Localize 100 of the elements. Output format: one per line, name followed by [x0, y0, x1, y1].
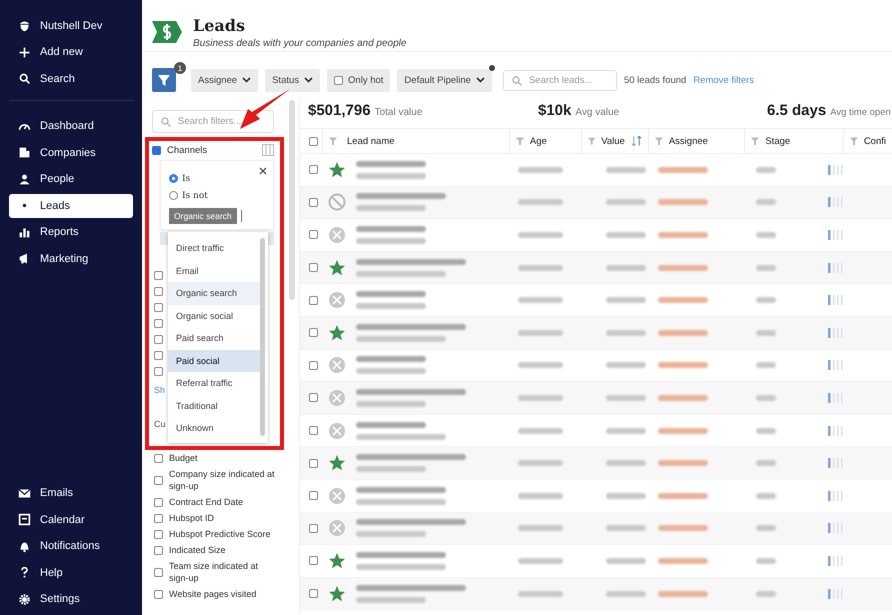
checkbox[interactable] — [154, 546, 163, 554]
checkbox[interactable] — [152, 146, 161, 154]
column-header[interactable]: Confi — [842, 129, 892, 153]
checkbox[interactable] — [309, 136, 318, 146]
dropdown-option[interactable]: Referral traffic — [168, 372, 260, 394]
checkbox[interactable] — [154, 351, 163, 360]
dropdown-button[interactable]: Status — [265, 68, 320, 92]
sidebar-item[interactable]: Search — [9, 67, 133, 90]
search-icon — [18, 72, 31, 86]
blurred-text — [356, 303, 426, 310]
filter-label: Indicated Size — [169, 544, 227, 556]
checkbox[interactable] — [154, 530, 163, 538]
blurred-text — [658, 394, 708, 401]
checkbox[interactable] — [154, 514, 163, 522]
blurred-text — [756, 362, 776, 368]
blurred-text — [658, 199, 708, 206]
sidebar-item[interactable]: Nutshell Dev — [9, 14, 133, 38]
blurred-text — [756, 330, 776, 336]
checkbox[interactable] — [154, 335, 163, 344]
text-cursor — [240, 210, 242, 222]
dropdown-option[interactable]: Paid social — [168, 350, 260, 372]
checkbox[interactable] — [309, 524, 318, 533]
only-hot-toggle[interactable]: Only hot — [327, 68, 390, 92]
blurred-text — [606, 492, 646, 499]
checkbox[interactable] — [309, 230, 318, 240]
checkbox[interactable] — [154, 319, 163, 328]
checkbox[interactable] — [154, 271, 163, 280]
scrollbar-thumb[interactable] — [260, 238, 265, 436]
dropdown-option[interactable]: Paid search — [168, 327, 260, 350]
person-icon — [18, 172, 31, 186]
column-header[interactable]: Value — [580, 129, 648, 153]
checkbox[interactable] — [154, 367, 163, 376]
search-field[interactable]: Search leads... — [502, 70, 617, 90]
checkbox[interactable] — [309, 328, 318, 338]
sidebar-item[interactable]: Companies — [9, 141, 133, 164]
blurred-text — [756, 232, 776, 238]
scrollbar[interactable] — [289, 100, 295, 300]
dropdown-button[interactable]: Assignee — [191, 68, 258, 92]
sidebar-item[interactable]: Leads — [9, 194, 133, 218]
blurred-text — [356, 368, 426, 374]
blurred-text — [756, 199, 776, 206]
value-tag: Organic search — [169, 208, 237, 224]
checkbox[interactable] — [309, 360, 318, 370]
meter-icon — [828, 262, 844, 274]
column-header[interactable]: Stage — [744, 129, 843, 153]
column-header[interactable]: Assignee — [648, 129, 744, 153]
blurred-text — [756, 492, 776, 499]
checkbox[interactable] — [309, 393, 318, 402]
checkbox[interactable] — [154, 303, 163, 312]
dropdown-option[interactable]: Email — [168, 260, 260, 282]
checkbox[interactable] — [334, 76, 344, 84]
checkbox[interactable] — [309, 263, 318, 272]
checkbox[interactable] — [309, 458, 318, 468]
stat-label: Total value — [374, 107, 422, 118]
sidebar-item[interactable]: Help — [9, 561, 133, 584]
dropdown-option[interactable]: Direct traffic — [168, 237, 260, 260]
checkbox[interactable] — [154, 476, 163, 484]
sidebar-item[interactable]: Add new — [9, 40, 133, 64]
checkbox[interactable] — [309, 165, 318, 174]
filter-label: Company size indicated at sign-up — [169, 468, 276, 492]
dropdown-option[interactable]: Unknown — [168, 417, 260, 440]
checkbox[interactable] — [309, 296, 318, 305]
blurred-text — [756, 428, 776, 434]
pipeline-dropdown[interactable]: Default Pipeline — [397, 68, 492, 92]
dropdown-option[interactable]: Traditional — [168, 394, 260, 417]
sidebar-item[interactable]: Calendar — [9, 508, 133, 532]
blurred-text — [756, 264, 776, 271]
sidebar-item[interactable]: People — [9, 168, 133, 191]
checkbox[interactable] — [309, 556, 318, 566]
filter-button[interactable] — [152, 68, 176, 92]
checkbox[interactable] — [154, 287, 163, 296]
blurred-text — [356, 356, 426, 362]
checkbox[interactable] — [309, 426, 318, 436]
sidebar-item[interactable]: Notifications — [9, 534, 133, 558]
blurred-text — [356, 596, 426, 603]
blurred-text — [518, 330, 563, 336]
checkbox[interactable] — [154, 454, 163, 462]
show-more-link[interactable]: Sh — [154, 384, 166, 396]
checkbox[interactable] — [154, 590, 163, 598]
checkbox[interactable] — [309, 491, 318, 500]
stat-value: $501,796 — [308, 102, 371, 119]
filter-icon — [329, 137, 337, 145]
checkbox[interactable] — [154, 498, 163, 506]
radio-option[interactable]: Is — [169, 170, 273, 187]
search-field[interactable]: Search filters... — [152, 110, 274, 133]
sidebar-item[interactable]: Reports — [9, 220, 133, 244]
sidebar-item[interactable]: Marketing — [9, 247, 133, 270]
stat-label: Avg time open — [830, 107, 891, 118]
blurred-text — [756, 460, 776, 466]
radio-option[interactable]: Is not — [169, 187, 273, 204]
sidebar-item[interactable]: Settings — [9, 588, 133, 611]
checkbox[interactable] — [154, 568, 163, 576]
checkbox[interactable] — [309, 589, 318, 598]
column-header[interactable]: Lead name — [322, 129, 509, 153]
dropdown-option[interactable]: Organic search — [168, 282, 260, 304]
column-header[interactable]: Age — [508, 129, 581, 153]
dropdown-option[interactable]: Organic social — [168, 304, 260, 327]
sidebar-item[interactable]: Dashboard — [9, 114, 133, 138]
checkbox[interactable] — [309, 198, 318, 207]
sidebar-item[interactable]: Emails — [9, 482, 133, 505]
